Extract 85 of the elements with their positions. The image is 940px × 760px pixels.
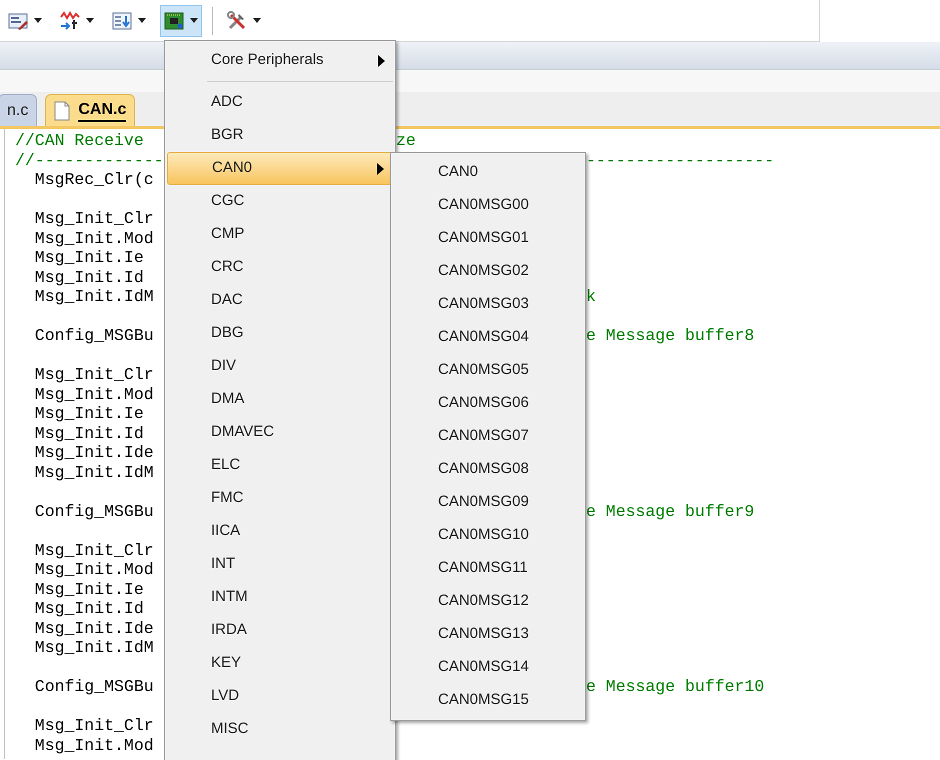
code-comment: k [586, 287, 596, 306]
menu-item[interactable]: CAN0MSG03 [393, 288, 583, 321]
file-tab[interactable]: CAN.c [45, 94, 136, 126]
code-comment: ------------------- [586, 150, 774, 170]
toolbar-button[interactable] [160, 4, 202, 36]
code-line: Msg_Init.Ie [34, 580, 145, 599]
code-line: Msg_Init_Clr [34, 716, 155, 736]
menu-item[interactable]: CAN0MSG01 [393, 222, 583, 255]
code-comment: e Message buffer10 [586, 677, 764, 696]
menu-item[interactable]: FMC [167, 482, 393, 515]
menu-item[interactable]: DAC [167, 284, 393, 317]
code-line: Config_MSGBu [34, 677, 155, 696]
menu-item[interactable]: CAN0MSG07 [393, 420, 583, 453]
menu-item[interactable]: CAN0MSG00 [393, 189, 583, 222]
code-line: Msg_Init.Id [34, 268, 145, 287]
code-line: Msg_Init.Ie [34, 404, 145, 424]
menu-item[interactable]: CMP [167, 218, 393, 251]
menu-item[interactable]: DMAVEC [167, 416, 393, 449]
menu-item[interactable]: CRC [167, 251, 393, 284]
menu-item[interactable]: CAN0MSG04 [393, 321, 583, 354]
menu-item[interactable]: CAN0MSG06 [393, 387, 583, 420]
menu-item[interactable]: DBG [167, 317, 393, 350]
menu-item[interactable]: CAN0MSG10 [393, 519, 583, 552]
menu-item[interactable]: CAN0MSG11 [393, 552, 583, 585]
menu-item[interactable]: CAN0 [167, 152, 393, 185]
code-line: Msg_Init.Mod [34, 228, 155, 248]
menu-item[interactable]: INTM [167, 581, 393, 614]
menu-item[interactable]: CAN0MSG13 [393, 618, 583, 651]
menu-item[interactable]: DIV [167, 350, 393, 383]
submenu-arrow-icon [378, 54, 385, 66]
code-line: Msg_Init.IdM [34, 462, 155, 482]
menu-item[interactable]: CAN0MSG09 [393, 486, 583, 519]
code-line: Msg_Init.IdM [34, 638, 155, 658]
menu-item[interactable]: CAN0 [393, 156, 583, 189]
chip-icon [164, 10, 184, 30]
form-icon [8, 10, 28, 30]
code-comment: ze [396, 131, 416, 150]
code-line: Msg_Init_Clr [34, 365, 155, 384]
code-line: Msg_Init.Mod [34, 384, 155, 404]
code-line: Msg_Init.Ide [34, 443, 155, 462]
code-comment: e Message buffer8 [586, 326, 754, 346]
tools-icon [227, 10, 247, 30]
menu-item[interactable]: BGR [167, 119, 393, 152]
document-icon [54, 100, 70, 120]
code-line: Msg_Init.Ie [34, 248, 145, 268]
code-line: Msg_Init.Ide [34, 618, 155, 638]
menu-item[interactable]: ELC [167, 449, 393, 482]
menu-item[interactable]: CAN0MSG15 [393, 684, 583, 717]
code-comment: //CAN Receive [14, 131, 145, 150]
menu-item[interactable]: CAN0MSG02 [393, 255, 583, 288]
code-line: Config_MSGBu [34, 326, 155, 346]
menu-item[interactable]: KEY [167, 647, 393, 680]
menu-item[interactable]: CAN0MSG12 [393, 585, 583, 618]
caret-icon [253, 18, 261, 23]
code-line: Msg_Init.Mod [34, 736, 155, 755]
code-line: Msg_Init.IdM [34, 287, 155, 306]
menu-item[interactable]: MISC [167, 713, 393, 746]
code-comment: e Message buffer9 [586, 502, 754, 521]
submenu-arrow-icon [377, 162, 384, 174]
menu-item[interactable]: CGC [167, 185, 393, 218]
caret-icon [34, 18, 42, 23]
menu-item[interactable]: CAN0MSG14 [393, 651, 583, 684]
menu-item[interactable]: IICA [167, 515, 393, 548]
menu-item[interactable]: INT [167, 548, 393, 581]
code-line: Msg_Init_Clr [34, 209, 155, 228]
caret-icon [190, 18, 198, 23]
file-tab[interactable]: n.c [0, 94, 38, 126]
code-line: Msg_Init_Clr [34, 540, 155, 560]
caret-icon [86, 18, 94, 23]
menu-item[interactable]: ADC [167, 86, 393, 119]
code-line: Config_MSGBu [34, 502, 155, 521]
code-line: Msg_Init.Mod [34, 560, 155, 580]
menu-item[interactable]: CAN0MSG08 [393, 453, 583, 486]
menu-item[interactable]: CAN0MSG05 [393, 354, 583, 387]
menu-item[interactable]: IRDA [167, 614, 393, 647]
code-line: Msg_Init.Id [34, 424, 145, 443]
code-line: MsgRec_Clr(c [34, 170, 155, 190]
code-comment: //------------- [14, 150, 165, 170]
caret-icon [138, 18, 146, 23]
trace-icon [60, 10, 80, 30]
menu-item[interactable]: Core Peripherals [167, 44, 393, 77]
menu-item[interactable]: DMA [167, 383, 393, 416]
code-line: Msg_Init.Id [34, 599, 145, 618]
menu-item[interactable]: LVD [167, 680, 393, 713]
list-icon [112, 10, 132, 30]
